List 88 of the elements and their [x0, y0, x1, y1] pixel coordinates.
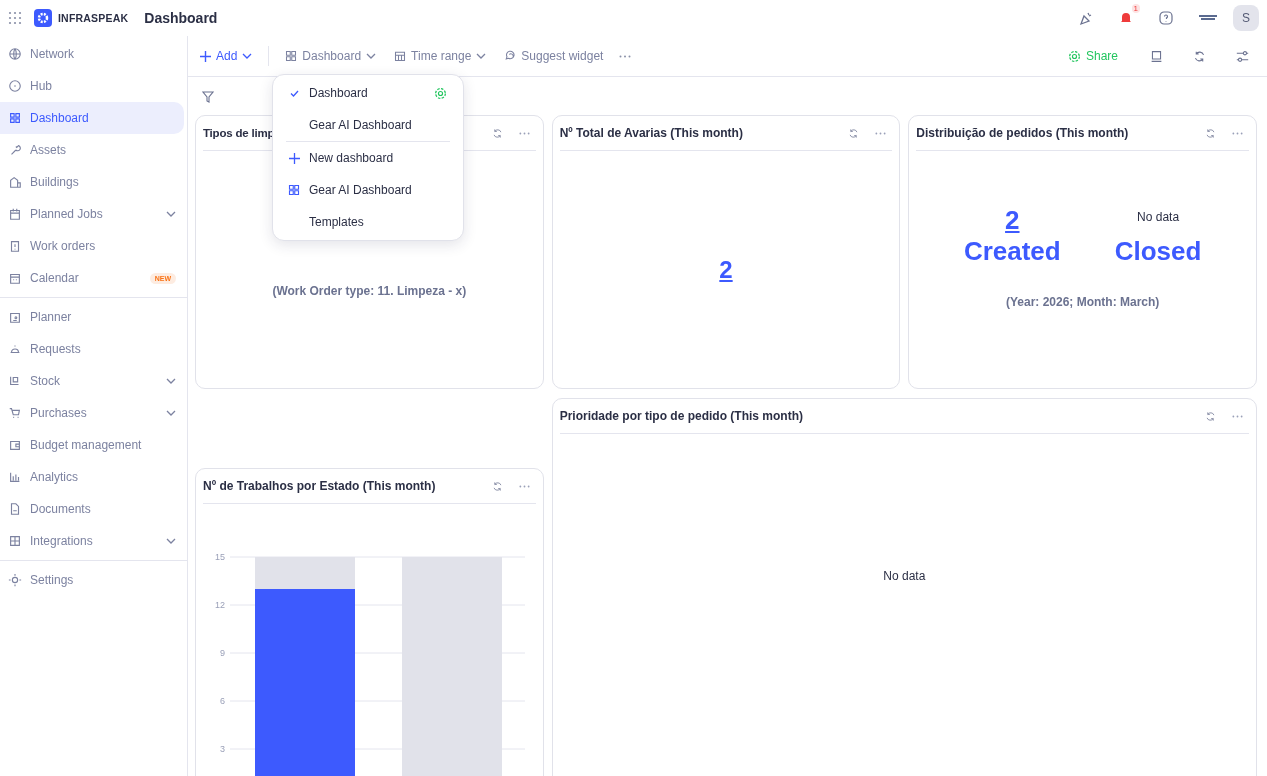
- sidebar-item[interactable]: Stock: [0, 365, 184, 397]
- sidebar-item[interactable]: Planned Jobs: [0, 198, 184, 230]
- widget-title: Nº de Trabalhos por Estado (This month): [203, 479, 437, 493]
- more-icon[interactable]: [875, 131, 887, 135]
- more-icon[interactable]: [619, 54, 632, 58]
- sidebar-item[interactable]: Dashboard: [0, 102, 184, 134]
- sidebar-item[interactable]: Integrations: [0, 525, 184, 557]
- building-icon: [8, 175, 22, 189]
- axis-tick-label: 6: [220, 696, 225, 706]
- chat-bubbles-icon: [504, 50, 517, 62]
- plus-icon: [200, 50, 211, 62]
- widget-title: Nº Total de Avarias (This month): [559, 126, 744, 140]
- sidebar-item[interactable]: Documents: [0, 493, 184, 525]
- brand-name: INFRASPEAK: [58, 12, 129, 24]
- apps-grid-icon[interactable]: [8, 11, 22, 25]
- widget-title: Prioridade por tipo de pedido (This month): [559, 409, 804, 423]
- company-logo-icon: [1198, 14, 1218, 22]
- sidebar-item[interactable]: Purchases: [0, 397, 184, 429]
- plus-icon: [288, 152, 300, 164]
- page-title: Dashboard: [144, 10, 218, 26]
- chevron-down-icon: [366, 53, 377, 59]
- widget-caption: (Year: 2026; Month: March): [1005, 295, 1160, 309]
- sidebar-item[interactable]: Assets: [0, 134, 184, 166]
- sidebar-item[interactable]: Hub: [0, 70, 184, 102]
- help-icon[interactable]: [1158, 10, 1174, 26]
- refresh-icon[interactable]: [848, 127, 860, 139]
- notification-count: 1: [1131, 4, 1140, 13]
- metric-label: Closed: [1114, 236, 1202, 267]
- calendar-icon: [8, 207, 22, 221]
- more-icon[interactable]: [518, 131, 530, 135]
- filter-icon[interactable]: [202, 91, 214, 103]
- grid-icon: [285, 50, 298, 62]
- dashboard-dropdown[interactable]: Dashboard: [283, 47, 379, 65]
- document-icon: [8, 502, 22, 516]
- sidebar-item[interactable]: Network: [0, 38, 184, 70]
- clipboard-icon: [8, 239, 22, 253]
- add-button[interactable]: Add: [198, 47, 255, 65]
- sidebar-item[interactable]: Settings: [0, 564, 184, 596]
- no-data-text: No data: [1137, 210, 1180, 224]
- sidebar-item[interactable]: Buildings: [0, 166, 184, 198]
- axis-tick-label: 15: [215, 552, 225, 562]
- refresh-icon[interactable]: [1205, 410, 1216, 422]
- sidebar-item[interactable]: Analytics: [0, 461, 184, 493]
- bar-chart-icon: [8, 470, 22, 484]
- sidebar-item[interactable]: Planner: [0, 301, 184, 333]
- chevron-down-icon: [242, 53, 253, 59]
- refresh-icon[interactable]: [491, 127, 503, 139]
- metric-label: Created: [963, 236, 1061, 267]
- axis-tick-label: 12: [215, 600, 225, 610]
- menu-item[interactable]: New dashboard: [273, 142, 463, 174]
- sidebar-item[interactable]: Budget management: [0, 429, 184, 461]
- sidebar-item[interactable]: Work orders: [0, 230, 184, 262]
- menu-item[interactable]: Dashboard: [273, 77, 463, 109]
- gear-logo-icon: [34, 9, 52, 27]
- grid-icon: [288, 184, 300, 196]
- sliders-icon[interactable]: [1236, 49, 1249, 63]
- refresh-icon[interactable]: [491, 480, 503, 492]
- widget-title: Distribuição de pedidos (This month): [916, 126, 1130, 140]
- time-range-dropdown[interactable]: Time range: [392, 47, 489, 65]
- axis-tick-label: 9: [220, 648, 225, 658]
- more-icon[interactable]: [1232, 414, 1243, 418]
- more-icon[interactable]: [518, 484, 530, 488]
- globe-icon: [8, 47, 22, 61]
- grid-icon: [8, 111, 22, 125]
- chevron-down-icon: [476, 53, 487, 59]
- sidebar-item[interactable]: Requests: [0, 333, 184, 365]
- cart-icon: [8, 406, 22, 420]
- menu-item[interactable]: Gear AI Dashboard: [273, 109, 463, 141]
- axis-tick-label: 3: [220, 744, 225, 754]
- menu-item[interactable]: Gear AI Dashboard: [273, 174, 463, 206]
- calendar-icon: [394, 50, 407, 62]
- suggest-widget-button[interactable]: Suggest widget: [502, 47, 606, 65]
- monitor-icon[interactable]: [1150, 49, 1163, 63]
- share-button[interactable]: Share: [1065, 47, 1120, 65]
- no-data-text: No data: [883, 568, 926, 583]
- share-target-icon: [1067, 49, 1081, 63]
- widget-caption: (Work Order type: 11. Limpeza - x): [272, 284, 467, 298]
- refresh-icon[interactable]: [1205, 127, 1216, 139]
- menu-item[interactable]: Templates: [273, 206, 463, 238]
- metric-link[interactable]: 2: [1005, 205, 1020, 236]
- calendar-person-icon: [8, 310, 22, 324]
- user-avatar[interactable]: S: [1233, 5, 1259, 31]
- metric-link[interactable]: 2: [719, 255, 733, 284]
- party-popper-icon[interactable]: [1078, 10, 1094, 26]
- more-icon[interactable]: [1232, 131, 1243, 135]
- wallet-icon: [8, 438, 22, 452]
- calendar-icon: [8, 271, 22, 285]
- refresh-icon[interactable]: [1193, 49, 1206, 63]
